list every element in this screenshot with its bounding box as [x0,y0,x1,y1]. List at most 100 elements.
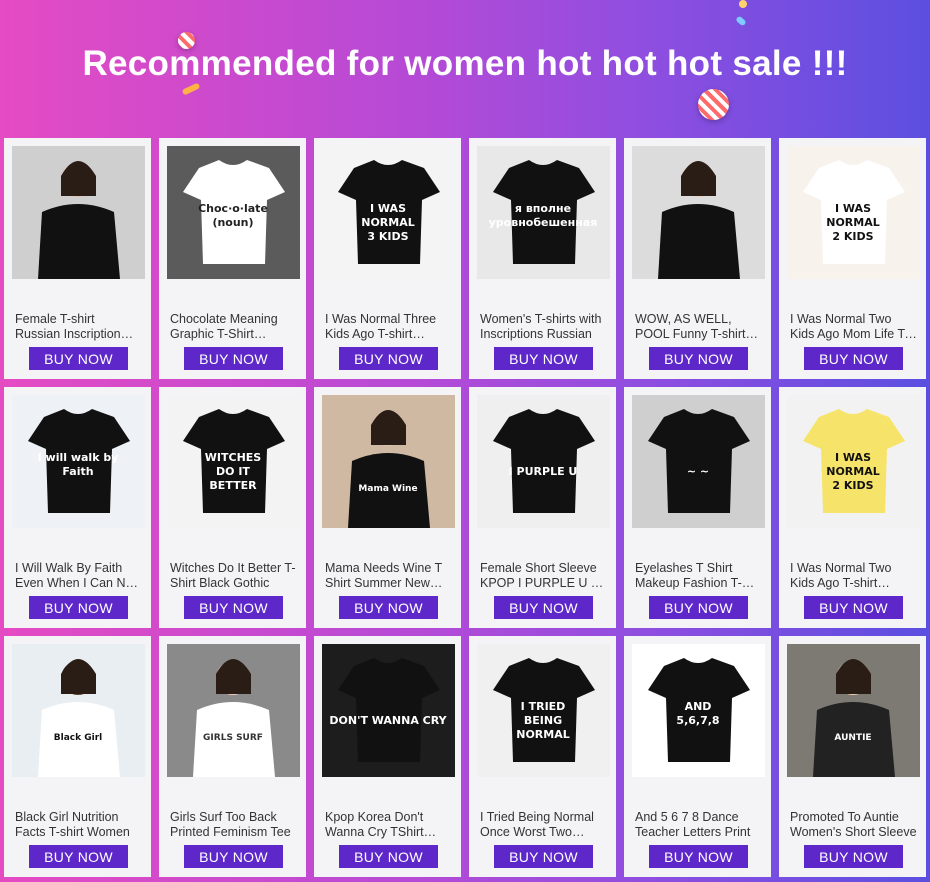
svg-text:~ ~: ~ ~ [687,465,709,478]
svg-text:(noun): (noun) [212,216,253,229]
buy-now-button[interactable]: BUY NOW [184,347,283,370]
product-title[interactable]: I Was Normal Two Kids Ago T-shirt Women [790,561,918,591]
product-title[interactable]: I Tried Being Normal Once Worst Two Minu… [480,810,608,840]
product-card[interactable]: I PURPLE U Female Short Sleeve KPOP I PU… [469,387,616,628]
svg-text:BEING: BEING [524,714,562,727]
product-card[interactable]: I WAS NORMAL 2 KIDS I Was Normal Two Kid… [779,387,926,628]
buy-now-button[interactable]: BUY NOW [29,596,128,619]
buy-now-button[interactable]: BUY NOW [649,596,748,619]
product-card[interactable]: I WAS NORMAL 2 KIDS I Was Normal Two Kid… [779,138,926,379]
product-image[interactable]: I will walk by Faith [12,395,145,528]
product-image[interactable]: I WAS NORMAL 3 KIDS [322,146,455,279]
dont-wanna-cry-tee-icon: DON'T WANNA CRY [322,644,455,777]
product-title[interactable]: Women's T-shirts with Inscriptions Russi… [480,312,608,342]
product-image[interactable]: ~ ~ [632,395,765,528]
streamer-icon [181,82,201,96]
svg-text:Faith: Faith [62,465,93,478]
product-card[interactable]: AND 5,6,7,8 And 5 6 7 8 Dance Teacher Le… [624,636,771,877]
black-tee-3-kids-icon: I WAS NORMAL 3 KIDS [322,146,455,279]
product-card[interactable]: WOW, AS WELL, POOL Funny T-shirt Women BU… [624,138,771,379]
product-title[interactable]: Black Girl Nutrition Facts T-shirt Women [15,810,143,840]
svg-text:I WAS: I WAS [370,202,406,215]
promoted-auntie-photo-icon: AUNTIE [787,644,920,777]
buy-now-button[interactable]: BUY NOW [804,596,903,619]
svg-text:Choc·o·late: Choc·o·late [198,202,268,215]
svg-text:DON'T WANNA CRY: DON'T WANNA CRY [329,714,447,727]
product-title[interactable]: Kpop Korea Don't Wanna Cry TShirt Women [325,810,453,840]
product-card[interactable]: Mama Wine Mama Needs Wine T Shirt Summer… [314,387,461,628]
svg-text:NORMAL: NORMAL [826,465,880,478]
buy-now-button[interactable]: BUY NOW [184,845,283,868]
product-image[interactable]: DON'T WANNA CRY [322,644,455,777]
product-card[interactable]: I TRIED BEING NORMAL I Tried Being Norma… [469,636,616,877]
product-title[interactable]: I Was Normal Two Kids Ago Mom Life T-Shi… [790,312,918,342]
buy-now-button[interactable]: BUY NOW [184,596,283,619]
product-title[interactable]: I Will Walk By Faith Even When I Can Not… [15,561,143,591]
svg-text:I PURPLE U: I PURPLE U [509,465,578,478]
buy-now-button[interactable]: BUY NOW [494,347,593,370]
product-title[interactable]: Female Short Sleeve KPOP I PURPLE U T-sh… [480,561,608,591]
product-card[interactable]: I will walk by Faith I Will Walk By Fait… [4,387,151,628]
product-title[interactable]: Girls Surf Too Back Printed Feminism Tee [170,810,298,840]
svg-text:AUNTIE: AUNTIE [834,733,871,743]
svg-text:3 KIDS: 3 KIDS [367,230,408,243]
product-image[interactable]: я вполне уровнобешенная [477,146,610,279]
product-image[interactable]: I WAS NORMAL 2 KIDS [787,146,920,279]
product-image[interactable]: AND 5,6,7,8 [632,644,765,777]
product-title[interactable]: I Was Normal Three Kids Ago T-shirt Casu… [325,312,453,342]
svg-text:AND: AND [685,700,712,713]
buy-now-button[interactable]: BUY NOW [29,347,128,370]
product-card[interactable]: WITCHES DO IT BETTER Witches Do It Bette… [159,387,306,628]
product-title[interactable]: Female T-shirt Russian Inscription Haraj… [15,312,143,342]
product-image[interactable]: AUNTIE [787,644,920,777]
product-card[interactable]: ~ ~ Eyelashes T Shirt Makeup Fashion T-s… [624,387,771,628]
witches-tee-icon: WITCHES DO IT BETTER [167,395,300,528]
product-card[interactable]: я вполне уровнобешенная Women's T-shirts… [469,138,616,379]
product-title[interactable]: Promoted To Auntie Women's Short Sleeve [790,810,918,840]
svg-text:NORMAL: NORMAL [361,216,415,229]
buy-now-button[interactable]: BUY NOW [339,347,438,370]
product-card[interactable]: GIRLS SURF Girls Surf Too Back Printed F… [159,636,306,877]
svg-text:Mama Wine: Mama Wine [358,484,417,494]
product-image[interactable]: Black Girl [12,644,145,777]
svg-text:уровнобешенная: уровнобешенная [489,216,598,229]
svg-text:I WAS: I WAS [835,451,871,464]
product-image[interactable]: I TRIED BEING NORMAL [477,644,610,777]
buy-now-button[interactable]: BUY NOW [649,347,748,370]
product-image[interactable]: GIRLS SURF [167,644,300,777]
buy-now-button[interactable]: BUY NOW [649,845,748,868]
product-title[interactable]: Mama Needs Wine T Shirt Summer New Women [325,561,453,591]
product-image[interactable]: I WAS NORMAL 2 KIDS [787,395,920,528]
product-title[interactable]: WOW, AS WELL, POOL Funny T-shirt Women [635,312,763,342]
product-card[interactable]: DON'T WANNA CRY Kpop Korea Don't Wanna C… [314,636,461,877]
product-image[interactable]: Choc·o·late (noun) [167,146,300,279]
product-image[interactable] [12,146,145,279]
buy-now-button[interactable]: BUY NOW [494,596,593,619]
buy-now-button[interactable]: BUY NOW [339,845,438,868]
white-tee-2-kids-icon: I WAS NORMAL 2 KIDS [787,146,920,279]
buy-now-button[interactable]: BUY NOW [29,845,128,868]
buy-now-button[interactable]: BUY NOW [804,845,903,868]
product-card[interactable]: I WAS NORMAL 3 KIDS I Was Normal Three K… [314,138,461,379]
product-title[interactable]: Eyelashes T Shirt Makeup Fashion T-shirt [635,561,763,591]
product-card[interactable]: Female T-shirt Russian Inscription Haraj… [4,138,151,379]
promo-banner: Recommended for women hot hot hot sale !… [0,0,930,138]
product-title[interactable]: Chocolate Meaning Graphic T-Shirt Women [170,312,298,342]
product-card[interactable]: AUNTIE Promoted To Auntie Women's Short … [779,636,926,877]
svg-text:DO IT: DO IT [216,465,250,478]
buy-now-button[interactable]: BUY NOW [494,845,593,868]
buy-now-button[interactable]: BUY NOW [804,347,903,370]
photo-women-black-tees-icon [12,146,145,279]
product-card[interactable]: Black Girl Black Girl Nutrition Facts T-… [4,636,151,877]
product-title[interactable]: Witches Do It Better T-Shirt Black Gothi… [170,561,298,591]
product-image[interactable] [632,146,765,279]
product-card[interactable]: Choc·o·late (noun) Chocolate Meaning Gra… [159,138,306,379]
svg-text:2 KIDS: 2 KIDS [832,479,873,492]
svg-text:I will walk by: I will walk by [38,451,119,464]
product-title[interactable]: And 5 6 7 8 Dance Teacher Letters Print [635,810,763,840]
product-image[interactable]: Mama Wine [322,395,455,528]
buy-now-button[interactable]: BUY NOW [339,596,438,619]
product-image[interactable]: WITCHES DO IT BETTER [167,395,300,528]
svg-text:I WAS: I WAS [835,202,871,215]
product-image[interactable]: I PURPLE U [477,395,610,528]
